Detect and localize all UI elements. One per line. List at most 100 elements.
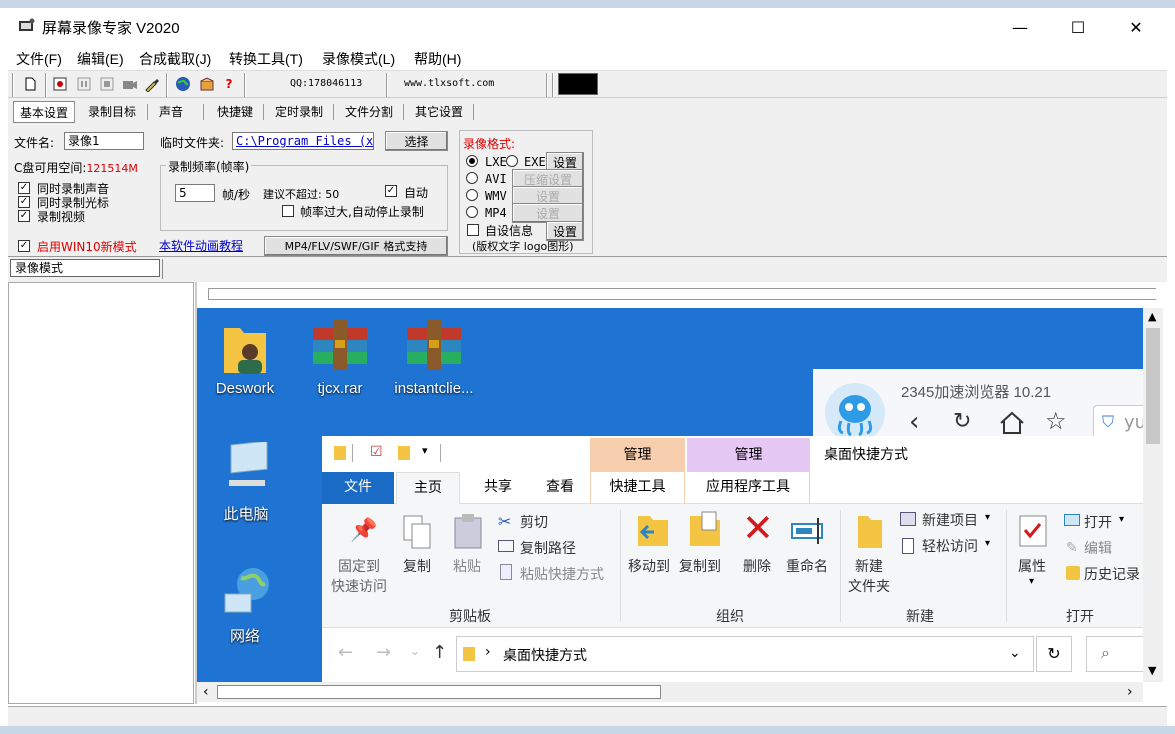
close-button[interactable]: ✕ [1107,8,1165,46]
paste-button[interactable]: 粘贴 [453,556,481,576]
new-folder-label-1[interactable]: 新建 [855,556,883,576]
move-to-button[interactable]: 移动到 [628,556,670,576]
menu-compose[interactable]: 合成截取(J) [139,49,211,69]
auto-checkbox[interactable]: ✓ [385,185,397,197]
tab-sound[interactable]: 声音 [153,101,189,123]
copy-button[interactable]: 复制 [403,556,431,576]
menu-record-mode[interactable]: 录像模式(L) [322,49,395,69]
preview-vertical-scrollbar[interactable]: ▲ ▼ [1143,308,1163,682]
choose-button[interactable]: 选择 [385,131,448,151]
open-dropdown-icon[interactable]: ▾ [1119,514,1124,525]
record-mode-tab[interactable]: 录像模式 [10,259,160,277]
menu-convert[interactable]: 转换工具(T) [229,49,303,69]
avi-radio[interactable] [466,172,478,184]
properties-dropdown-icon[interactable]: ▾ [1029,576,1034,587]
tab-other[interactable]: 其它设置 [409,101,469,123]
lxe-radio[interactable] [466,155,478,167]
camera-icon[interactable] [121,75,139,93]
globe-icon[interactable] [174,75,192,93]
new-folder-label-2[interactable]: 文件夹 [848,576,890,596]
pin-label-2[interactable]: 快速访问 [331,576,387,596]
easy-access-dropdown-icon[interactable]: ▾ [985,538,990,549]
tab-target[interactable]: 录制目标 [82,101,142,123]
tab-timer[interactable]: 定时录制 [269,101,329,123]
paste-shortcut-button[interactable]: 粘贴快捷方式 [520,564,604,584]
help-icon[interactable]: ? [220,75,238,93]
record-icon[interactable] [51,75,69,93]
tab-app-tools[interactable]: 应用程序工具 [687,472,810,504]
tab-file[interactable]: 文件 [322,472,394,504]
menu-help[interactable]: 帮助(H) [414,49,461,69]
tab-basic[interactable]: 基本设置 [13,101,76,123]
scroll-down-icon[interactable]: ▼ [1148,664,1156,677]
mp4-radio[interactable] [466,206,478,218]
rec-cursor-checkbox[interactable]: ✓ [18,196,30,208]
refresh-icon[interactable]: ↻ [953,409,971,434]
open-button[interactable]: 打开 [1084,512,1112,532]
tutorial-link[interactable]: 本软件动画教程 [159,237,243,254]
pause-icon[interactable] [75,75,93,93]
mp4-settings-button[interactable]: 设置 [512,203,584,223]
tab-shortcut-tools[interactable]: 快捷工具 [590,472,685,504]
box-icon[interactable] [198,75,216,93]
auto-stop-checkbox[interactable] [282,205,294,217]
forward-icon[interactable]: → [376,642,391,663]
tab-share[interactable]: 共享 [470,472,526,504]
website-label[interactable]: www.tlxsoft.com [404,78,494,89]
copy-path-button[interactable]: 复制路径 [520,538,576,558]
menu-file[interactable]: 文件(F) [16,49,62,69]
desktop-icon-label[interactable]: instantclie... [379,380,489,397]
rename-button[interactable]: 重命名 [786,556,828,576]
properties-button[interactable]: 属性 [1018,556,1046,576]
scroll-right-icon[interactable]: › [1127,684,1133,700]
manage-tab-2[interactable]: 管理 [687,438,810,472]
timeline-track[interactable] [208,288,1156,300]
wmv-radio[interactable] [466,189,478,201]
explorer-path-bar[interactable]: › 桌面快捷方式 ⌄ [456,636,1034,672]
menu-edit[interactable]: 编辑(E) [77,49,124,69]
rec-video-checkbox[interactable]: ✓ [18,210,30,222]
back-icon[interactable]: ‹ [909,407,919,437]
minimize-button[interactable]: — [991,8,1049,46]
horizontal-scroll-thumb[interactable] [217,685,661,699]
maximize-button[interactable]: ☐ [1049,8,1107,46]
properties-qat-icon[interactable]: ☑ [370,444,383,460]
recent-dropdown-icon[interactable]: ⌄ [410,644,420,658]
explorer-search-box[interactable]: ⌕ [1086,636,1143,672]
timeline-ruler[interactable] [200,282,1157,306]
new-folder-qat-icon[interactable] [398,446,410,460]
delete-button[interactable]: 删除 [743,556,771,576]
vertical-scroll-thumb[interactable] [1146,328,1160,444]
new-item-button[interactable]: 新建项目 [922,510,978,530]
refresh-button[interactable]: ↻ [1036,636,1072,672]
preview-horizontal-scrollbar[interactable]: ‹ › [197,682,1143,702]
desktop-icon-label[interactable]: 此电脑 [197,503,301,524]
new-file-icon[interactable] [21,75,39,93]
star-icon[interactable]: ☆ [1045,407,1067,435]
easy-access-button[interactable]: 轻松访问 [922,536,978,556]
format-support-button[interactable]: MP4/FLV/SWF/GIF 格式支持 [264,236,448,256]
copy-to-button[interactable]: 复制到 [679,556,721,576]
cut-button[interactable]: 剪切 [520,512,548,532]
address-bar[interactable]: ⛉ yu [1093,405,1143,439]
filename-input[interactable]: 录像1 [64,132,144,150]
pin-label-1[interactable]: 固定到 [338,556,380,576]
qat-dropdown-icon[interactable]: ▾ [422,444,428,457]
desktop-icon-label[interactable]: 网络 [197,625,300,646]
file-list-pane[interactable] [8,282,194,704]
brush-icon[interactable] [143,75,161,93]
exe-radio[interactable] [506,155,518,167]
tab-home[interactable]: 主页 [396,472,460,505]
chevron-down-icon[interactable]: ⌄ [1009,645,1021,661]
rec-sound-checkbox[interactable]: ✓ [18,182,30,194]
tab-view[interactable]: 查看 [532,472,588,504]
fps-input[interactable]: 5 [175,184,215,202]
edit-button[interactable]: 编辑 [1084,538,1112,558]
tab-hotkeys[interactable]: 快捷键 [211,101,259,123]
scroll-up-icon[interactable]: ▲ [1148,310,1156,323]
back-icon[interactable]: ← [338,642,353,663]
stop-icon[interactable] [98,75,116,93]
up-icon[interactable]: ↑ [432,642,447,663]
home-icon[interactable] [999,411,1025,435]
manage-tab-1[interactable]: 管理 [590,438,685,472]
